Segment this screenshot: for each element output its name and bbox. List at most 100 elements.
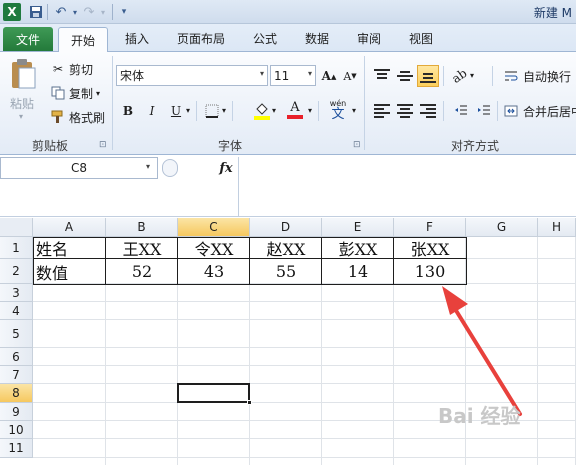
row-header-3[interactable]: 3 [0, 284, 33, 302]
align-right-icon [420, 104, 436, 118]
excel-app-icon[interactable]: X [3, 3, 21, 21]
paste-button-label[interactable]: 粘贴 [10, 95, 34, 112]
font-color-glyph: A [290, 100, 300, 115]
name-box[interactable]: C8 [0, 157, 158, 179]
align-left-button[interactable] [372, 101, 392, 121]
tab-review[interactable]: 审阅 [348, 24, 390, 52]
save-icon[interactable] [27, 3, 45, 21]
align-right-button[interactable] [418, 101, 438, 121]
bold-button[interactable]: B [118, 101, 138, 121]
cell-f1[interactable]: 张XX [394, 237, 466, 259]
underline-dropdown-icon[interactable]: ▾ [186, 106, 190, 115]
row-header-8[interactable]: 8 [0, 384, 33, 403]
tab-file[interactable]: 文件 [3, 27, 53, 51]
group-divider [112, 56, 113, 150]
align-top-button[interactable] [372, 66, 392, 86]
row-header-4[interactable]: 4 [0, 302, 33, 320]
italic-button[interactable]: I [142, 101, 162, 121]
column-header-e[interactable]: E [322, 218, 394, 237]
grow-font-button[interactable]: A ▲ [319, 66, 339, 86]
clipboard-launcher-icon[interactable]: ⊡ [99, 140, 109, 150]
row-header-11[interactable]: 11 [0, 439, 33, 458]
column-header-a[interactable]: A [33, 218, 106, 237]
fill-handle[interactable] [247, 400, 252, 405]
cell-b2[interactable]: 52 [106, 259, 178, 284]
scissors-icon: ✂ [52, 62, 64, 76]
cell-f2[interactable]: 130 [394, 259, 466, 284]
phonetic-button[interactable]: wén 文 [325, 99, 351, 123]
grow-font-icon: ▲ [330, 71, 337, 81]
wrap-text-button[interactable]: 自动换行 [503, 67, 571, 85]
cell-a2[interactable]: 数值 [33, 259, 106, 284]
copy-dropdown-icon[interactable]: ▾ [96, 89, 100, 98]
shrink-font-button[interactable]: A ▼ [340, 66, 360, 86]
qat-divider [112, 4, 113, 20]
font-name-select[interactable]: 宋体 ▾ [116, 65, 268, 86]
cell-b1[interactable]: 王XX [106, 237, 178, 259]
clipboard-group-label: 剪贴板 [31, 139, 68, 153]
text-orientation-icon: ab [448, 66, 470, 86]
cut-button[interactable]: ✂ 剪切 [50, 60, 93, 78]
align-top-icon [374, 69, 390, 83]
merge-center-button[interactable]: 合并后居中 [503, 102, 576, 120]
phonetic-dropdown-icon[interactable]: ▾ [352, 106, 356, 115]
row-header-1[interactable]: 1 [0, 237, 33, 259]
cell-c1[interactable]: 令XX [178, 237, 250, 259]
formula-bar-splitter[interactable] [162, 159, 178, 177]
row-header-5[interactable]: 5 [0, 320, 33, 348]
column-header-c[interactable]: C [178, 218, 250, 237]
cell-d1[interactable]: 赵XX [250, 237, 322, 259]
cell-a1[interactable]: 姓名 [33, 237, 106, 259]
customize-qat-icon[interactable]: ▾ [115, 3, 133, 21]
cell-d2[interactable]: 55 [250, 259, 322, 284]
insert-function-icon[interactable]: fx [216, 158, 236, 178]
borders-dropdown-icon[interactable]: ▾ [222, 106, 226, 115]
orientation-button[interactable]: ab [449, 66, 469, 86]
fill-color-dropdown-icon[interactable]: ▾ [272, 106, 276, 115]
name-box-dropdown-icon[interactable]: ▾ [146, 162, 150, 171]
row-header-6[interactable]: 6 [0, 348, 33, 366]
align-center-button[interactable] [395, 101, 415, 121]
column-header-d[interactable]: D [250, 218, 322, 237]
increase-indent-button[interactable] [474, 101, 494, 121]
paste-icon[interactable] [8, 58, 38, 92]
select-all-corner[interactable] [0, 218, 33, 237]
row-header-10[interactable]: 10 [0, 421, 33, 439]
tab-home[interactable]: 开始 [58, 27, 108, 53]
column-header-h[interactable]: H [538, 218, 576, 237]
cell-e1[interactable]: 彭XX [322, 237, 394, 259]
tab-data[interactable]: 数据 [296, 24, 338, 52]
font-size-value: 11 [274, 68, 290, 83]
copy-icon [50, 85, 66, 101]
align-middle-button[interactable] [395, 66, 415, 86]
active-cell-c8[interactable] [177, 383, 250, 403]
formula-input[interactable] [238, 157, 576, 217]
column-header-f[interactable]: F [394, 218, 466, 237]
fill-color-button[interactable] [252, 100, 272, 120]
row-header-7[interactable]: 7 [0, 366, 33, 384]
decrease-indent-button[interactable] [451, 101, 471, 121]
redo-dropdown-icon[interactable]: ▾ [94, 3, 112, 21]
tab-insert[interactable]: 插入 [114, 24, 160, 52]
paste-dropdown-icon[interactable]: ▾ [19, 112, 23, 121]
align-bottom-button[interactable] [417, 65, 439, 87]
tab-page-layout[interactable]: 页面布局 [166, 24, 236, 52]
cell-e2[interactable]: 14 [322, 259, 394, 284]
chevron-down-icon: ▾ [307, 69, 312, 78]
format-painter-button[interactable]: 格式刷 [50, 108, 105, 126]
font-color-button[interactable]: A [285, 100, 305, 120]
tab-view[interactable]: 视图 [400, 24, 442, 52]
font-color-dropdown-icon[interactable]: ▾ [308, 106, 312, 115]
copy-button[interactable]: 复制 ▾ [50, 84, 100, 102]
orientation-dropdown-icon[interactable]: ▾ [470, 71, 474, 80]
column-header-b[interactable]: B [106, 218, 178, 237]
font-size-select[interactable]: 11 ▾ [270, 65, 316, 86]
tab-formulas[interactable]: 公式 [244, 24, 286, 52]
column-header-g[interactable]: G [466, 218, 538, 237]
cell-c2[interactable]: 43 [178, 259, 250, 284]
row-header-2[interactable]: 2 [0, 259, 33, 284]
font-launcher-icon[interactable]: ⊡ [353, 140, 363, 150]
row-header-9[interactable]: 9 [0, 403, 33, 421]
borders-button[interactable] [202, 101, 222, 121]
underline-button[interactable]: U [166, 101, 186, 121]
